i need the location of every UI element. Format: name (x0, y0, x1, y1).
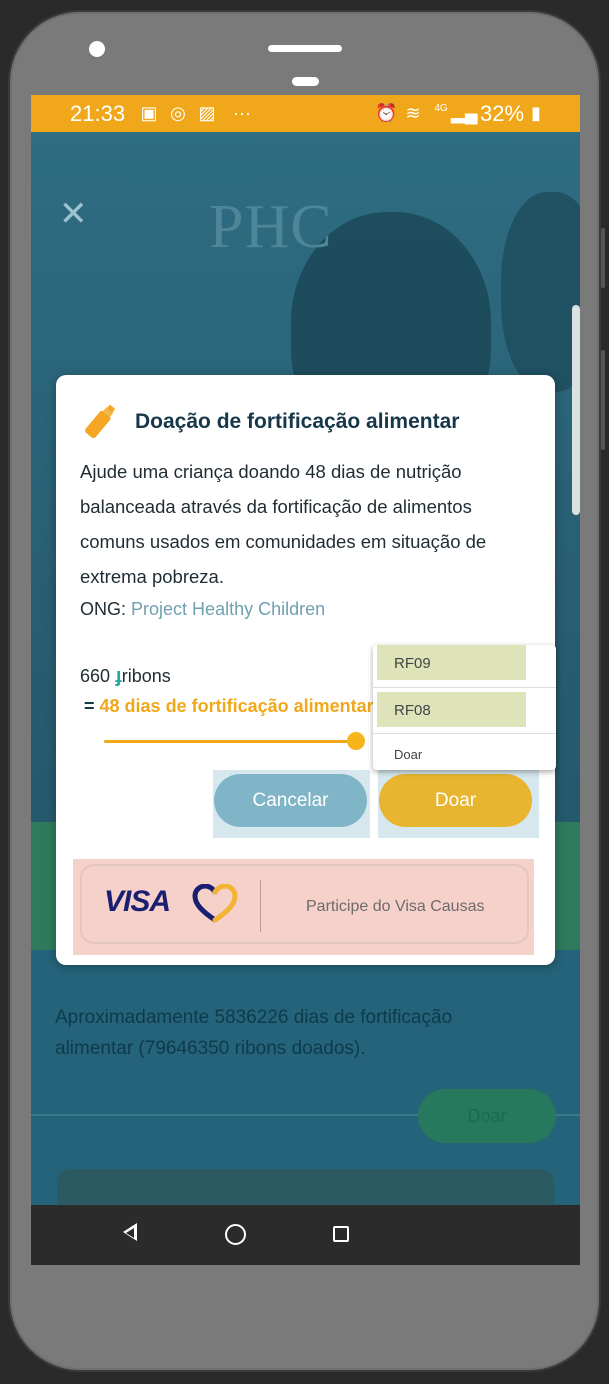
amount-slider-track[interactable] (104, 740, 354, 743)
donation-stats-text: Aproximadamente 5836226 dias de fortific… (55, 1007, 453, 1059)
hero-photo-child-2 (501, 192, 580, 392)
dialog-title: Doação de fortificação alimentar (135, 410, 460, 433)
dropdown-item-rf09[interactable]: RF09 (394, 655, 431, 672)
dropdown-item-rf08[interactable]: RF08 (394, 702, 431, 719)
home-icon[interactable] (225, 1224, 246, 1245)
visa-causas-banner[interactable]: VISA Participe do Visa Causas (80, 864, 529, 944)
ong-link[interactable]: Project Healthy Children (131, 599, 325, 619)
alarm-icon: ⏰ (375, 103, 398, 123)
ribons-value: 660 (80, 666, 111, 686)
ribon-icon: ɟ (115, 665, 122, 687)
donate-button[interactable]: Doar (379, 774, 532, 827)
earpiece-speaker (268, 45, 342, 52)
image-icon: ▨ (198, 103, 216, 123)
status-bar: 21:33 ▣ ◎ ▨ ··· ⏰ ≋ 4G ▂▄ 32% ▮ (31, 95, 580, 132)
phc-logo: PHC (209, 193, 333, 261)
dropdown-divider (373, 733, 556, 734)
visa-logo: VISA (104, 885, 171, 918)
visa-cta: Participe do Visa Causas (306, 898, 485, 915)
dialog-description: Ajude uma criança doando 48 dias de nutr… (80, 461, 487, 587)
dropdown-menu: RF09 RF08 Doar (373, 645, 556, 770)
status-time: 21:33 (70, 101, 126, 126)
visa-separator (260, 880, 261, 932)
ribons-amount: 660 ɟribons (80, 665, 171, 688)
recent-apps-icon[interactable] (333, 1226, 349, 1242)
whatsapp-icon: ◎ (170, 103, 186, 123)
proximity-sensor (292, 77, 319, 86)
wifi-icon: ≋ (405, 103, 421, 123)
battery-icon: ▮ (531, 103, 541, 123)
ribons-unit: ribons (121, 666, 171, 686)
signal-4g-icon: 4G (434, 103, 448, 114)
equivalent-line: = 48 dias de fortificação alimentar (84, 696, 384, 717)
gallery-icon: ▣ (140, 103, 158, 123)
donate-button-highlight: Doar (378, 770, 539, 838)
visa-banner-highlight: VISA Participe do Visa Causas (73, 859, 534, 955)
cancel-button[interactable]: Cancelar (214, 774, 367, 827)
dropdown-divider (373, 687, 556, 688)
amount-slider-thumb[interactable] (347, 732, 365, 750)
signal-bars-icon: ▂▄ (451, 103, 478, 123)
equivalent-text: 48 dias de fortificação alimentar (99, 696, 374, 716)
dropdown-item-doar[interactable]: Doar (394, 747, 422, 762)
equals-sign: = (84, 696, 95, 716)
battery-percent: 32% (480, 101, 525, 126)
bottle-icon (85, 404, 115, 439)
back-icon-inner (126, 1228, 134, 1238)
more-dots-icon: ··· (233, 103, 251, 123)
front-camera (89, 41, 105, 57)
close-icon[interactable]: ✕ (59, 197, 88, 231)
ong-line: ONG: Project Healthy Children (80, 599, 325, 620)
cancel-button-highlight: Cancelar (213, 770, 370, 838)
heart-icon (192, 884, 238, 923)
background-donate-button[interactable]: Doar (418, 1089, 556, 1143)
scroll-handle[interactable] (572, 305, 580, 515)
ong-label: ONG: (80, 599, 127, 619)
volume-button (601, 228, 605, 288)
power-button (601, 350, 605, 450)
android-nav-bar (31, 1205, 580, 1265)
